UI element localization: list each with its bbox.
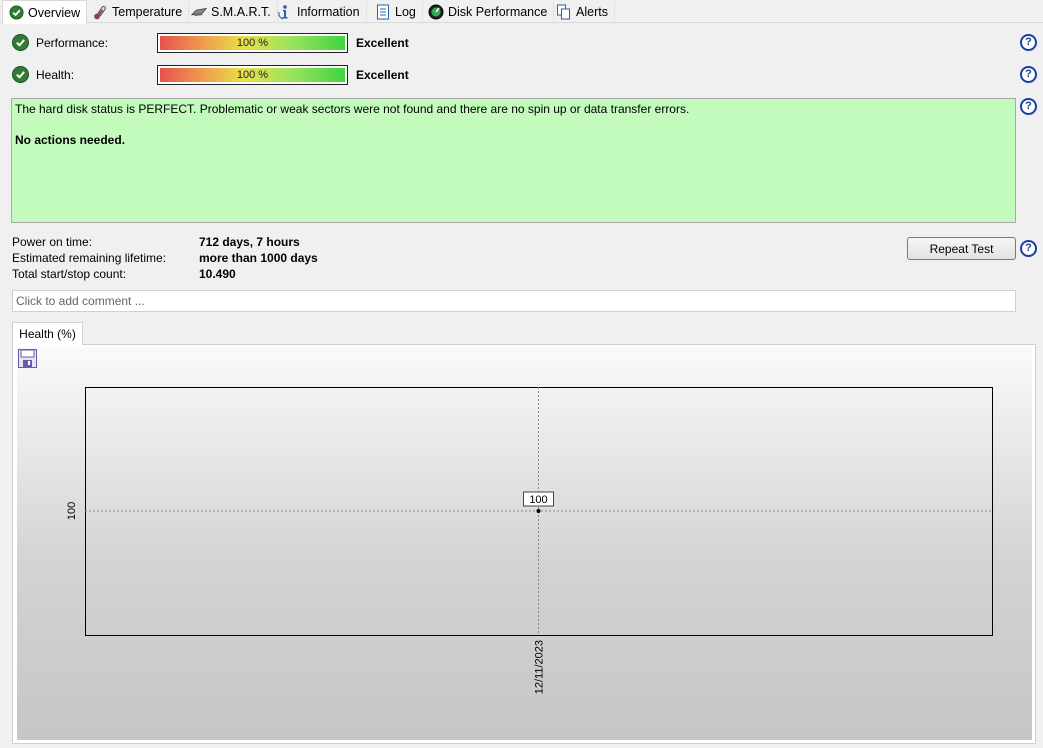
info-icon <box>277 4 293 20</box>
comment-input[interactable] <box>12 290 1016 312</box>
health-label: Health: <box>36 68 75 82</box>
tab-disk-performance[interactable]: Disk Performance <box>423 1 555 23</box>
startstop-label: Total start/stop count: <box>12 267 127 281</box>
x-tick-label: 12/11/2023 <box>534 640 546 694</box>
performance-label: Performance: <box>36 36 109 50</box>
repeat-test-button[interactable]: Repeat Test <box>907 237 1016 260</box>
lifetime-label: Estimated remaining lifetime: <box>12 251 167 265</box>
health-value: 100 % <box>236 69 269 81</box>
tab-label: Information <box>297 5 360 19</box>
data-label: 100 <box>529 494 547 506</box>
smart-chip-icon <box>191 4 207 20</box>
data-point <box>536 509 541 513</box>
repeat-help-icon[interactable]: ? <box>1020 240 1037 257</box>
health-chart: 100 12/11/2023 100 <box>66 387 993 694</box>
performance-value: 100 % <box>236 37 269 49</box>
health-row: Health: 100 % Excellent <box>12 65 432 85</box>
tab-health-chart[interactable]: Health (%) <box>12 322 83 345</box>
tab-overview[interactable]: Overview <box>2 0 88 24</box>
health-help-icon[interactable]: ? <box>1020 66 1037 83</box>
tab-bar: Overview Temperature S.M.A.R.T. Informat… <box>0 0 1043 24</box>
gauge-icon <box>428 4 444 20</box>
status-help-icon[interactable]: ? <box>1020 98 1037 115</box>
tab-label: Disk Performance <box>448 5 548 19</box>
power-on-value: 712 days, 7 hours <box>199 235 300 249</box>
tab-label: Log <box>395 5 416 19</box>
thermometer-icon <box>92 4 108 20</box>
startstop-value: 10.490 <box>199 267 236 281</box>
performance-rating: Excellent <box>356 36 409 50</box>
health-bar: 100 % <box>157 65 348 85</box>
performance-help-icon[interactable]: ? <box>1020 34 1037 51</box>
check-circle-icon <box>12 66 29 83</box>
status-message: The hard disk status is PERFECT. Problem… <box>15 102 690 116</box>
health-rating: Excellent <box>356 68 409 82</box>
performance-row: Performance: 100 % Excellent <box>12 33 432 53</box>
tab-log[interactable]: Log <box>370 1 423 23</box>
power-on-label: Power on time: <box>12 235 93 249</box>
tab-alerts[interactable]: Alerts <box>551 1 615 23</box>
tab-temperature[interactable]: Temperature <box>87 1 190 23</box>
tab-label: Alerts <box>576 5 608 19</box>
check-circle-icon <box>8 5 24 21</box>
tab-label: S.M.A.R.T. <box>211 5 271 19</box>
tab-smart[interactable]: S.M.A.R.T. <box>186 1 278 23</box>
tab-information[interactable]: Information <box>272 1 367 23</box>
tab-label: Overview <box>28 5 81 20</box>
y-tick-label: 100 <box>66 502 78 520</box>
log-document-icon <box>375 4 391 20</box>
performance-bar: 100 % <box>157 33 348 53</box>
check-circle-icon <box>12 34 29 51</box>
lifetime-value: more than 1000 days <box>199 251 318 265</box>
alerts-pages-icon <box>556 4 572 20</box>
status-box: The hard disk status is PERFECT. Problem… <box>11 98 1016 223</box>
status-action: No actions needed. <box>15 133 126 147</box>
tab-label: Temperature <box>112 5 183 19</box>
